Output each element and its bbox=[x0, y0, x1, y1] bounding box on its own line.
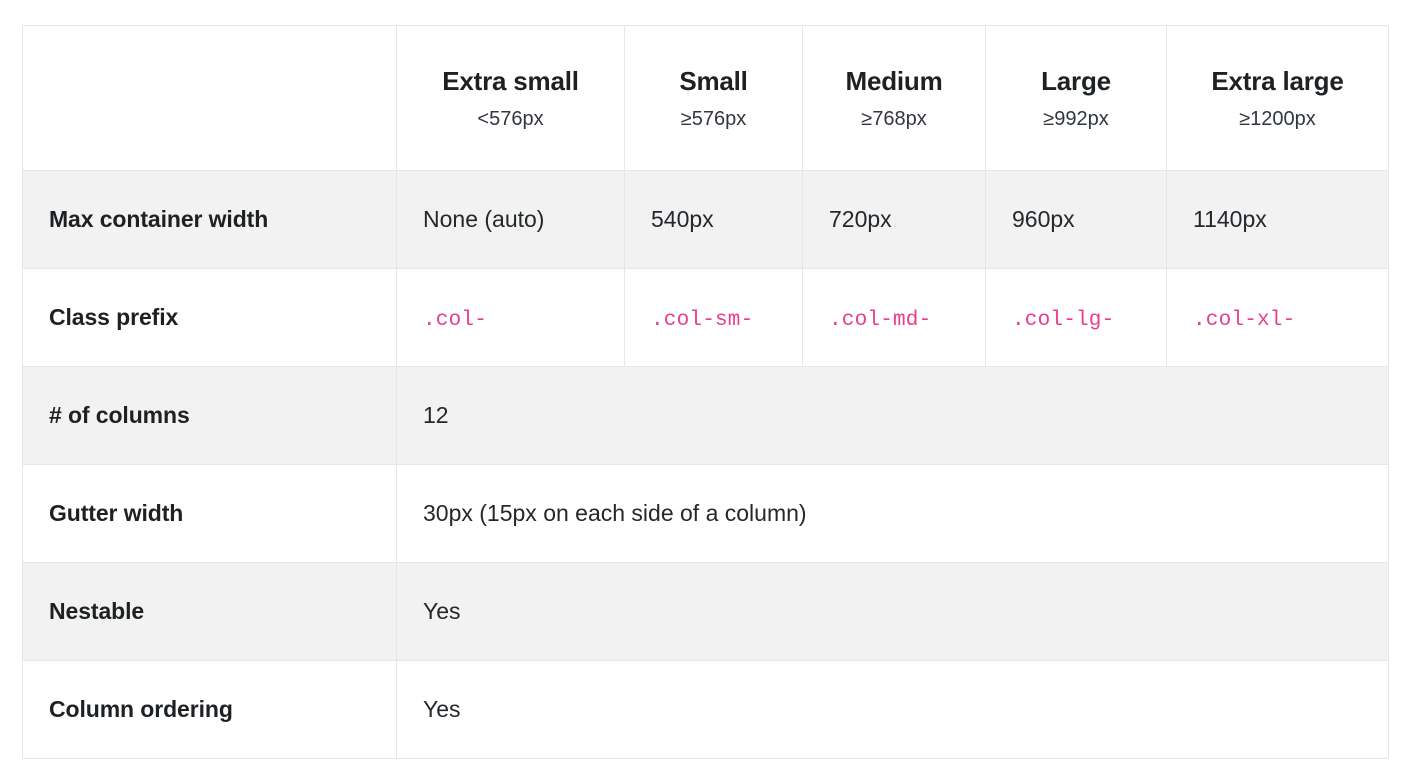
column-header-name: Large bbox=[1041, 65, 1111, 96]
column-header-range: ≥1200px bbox=[1239, 108, 1316, 131]
cell-nestable-value: Yes bbox=[396, 562, 1389, 661]
header-corner-cell bbox=[22, 25, 397, 171]
table-row: Nestable Yes bbox=[22, 562, 1389, 661]
column-header-medium: Medium ≥768px bbox=[802, 25, 986, 171]
table-row: Class prefix .col- .col-sm- .col-md- .co… bbox=[22, 268, 1389, 367]
grid-options-table: Extra small <576px Small ≥576px Medium ≥… bbox=[22, 25, 1389, 759]
cell-max-container-width-xl: 1140px bbox=[1166, 170, 1389, 269]
grid-options-table-container: Extra small <576px Small ≥576px Medium ≥… bbox=[22, 25, 1389, 759]
column-header-extra-large: Extra large ≥1200px bbox=[1166, 25, 1389, 171]
page-root: Extra small <576px Small ≥576px Medium ≥… bbox=[0, 0, 1412, 781]
column-header-name: Small bbox=[679, 65, 748, 96]
cell-column-ordering-value: Yes bbox=[396, 660, 1389, 759]
cell-max-container-width-lg: 960px bbox=[985, 170, 1167, 269]
column-header-range: <576px bbox=[477, 108, 544, 131]
column-header-name: Extra large bbox=[1211, 65, 1344, 96]
column-header-name: Extra small bbox=[442, 65, 579, 96]
code-class-prefix: .col-md- bbox=[829, 308, 932, 332]
column-header-small: Small ≥576px bbox=[624, 25, 803, 171]
table-header: Extra small <576px Small ≥576px Medium ≥… bbox=[22, 25, 1389, 171]
row-label-column-ordering: Column ordering bbox=[22, 660, 397, 759]
row-label-class-prefix: Class prefix bbox=[22, 268, 397, 367]
row-label-number-of-columns: # of columns bbox=[22, 366, 397, 465]
table-row: Max container width None (auto) 540px 72… bbox=[22, 170, 1389, 269]
column-header-extra-small: Extra small <576px bbox=[396, 25, 625, 171]
cell-class-prefix-sm: .col-sm- bbox=[624, 268, 803, 367]
code-class-prefix: .col-sm- bbox=[651, 308, 754, 332]
column-header-range: ≥576px bbox=[680, 108, 747, 131]
table-row: Gutter width 30px (15px on each side of … bbox=[22, 464, 1389, 563]
table-body: Max container width None (auto) 540px 72… bbox=[22, 170, 1389, 759]
cell-max-container-width-md: 720px bbox=[802, 170, 986, 269]
column-header-range: ≥768px bbox=[861, 108, 927, 131]
cell-gutter-width-value: 30px (15px on each side of a column) bbox=[396, 464, 1389, 563]
table-row: # of columns 12 bbox=[22, 366, 1389, 465]
column-header-name: Medium bbox=[845, 65, 943, 96]
header-row: Extra small <576px Small ≥576px Medium ≥… bbox=[22, 25, 1389, 171]
row-label-max-container-width: Max container width bbox=[22, 170, 397, 269]
cell-max-container-width-xs: None (auto) bbox=[396, 170, 625, 269]
row-label-gutter-width: Gutter width bbox=[22, 464, 397, 563]
table-row: Column ordering Yes bbox=[22, 660, 1389, 759]
cell-class-prefix-md: .col-md- bbox=[802, 268, 986, 367]
cell-max-container-width-sm: 540px bbox=[624, 170, 803, 269]
column-header-range: ≥992px bbox=[1043, 108, 1109, 131]
cell-class-prefix-xl: .col-xl- bbox=[1166, 268, 1389, 367]
code-class-prefix: .col-lg- bbox=[1012, 308, 1115, 332]
row-label-nestable: Nestable bbox=[22, 562, 397, 661]
cell-class-prefix-lg: .col-lg- bbox=[985, 268, 1167, 367]
cell-class-prefix-xs: .col- bbox=[396, 268, 625, 367]
code-class-prefix: .col-xl- bbox=[1193, 308, 1296, 332]
cell-number-of-columns-value: 12 bbox=[396, 366, 1389, 465]
code-class-prefix: .col- bbox=[423, 308, 488, 332]
column-header-large: Large ≥992px bbox=[985, 25, 1167, 171]
